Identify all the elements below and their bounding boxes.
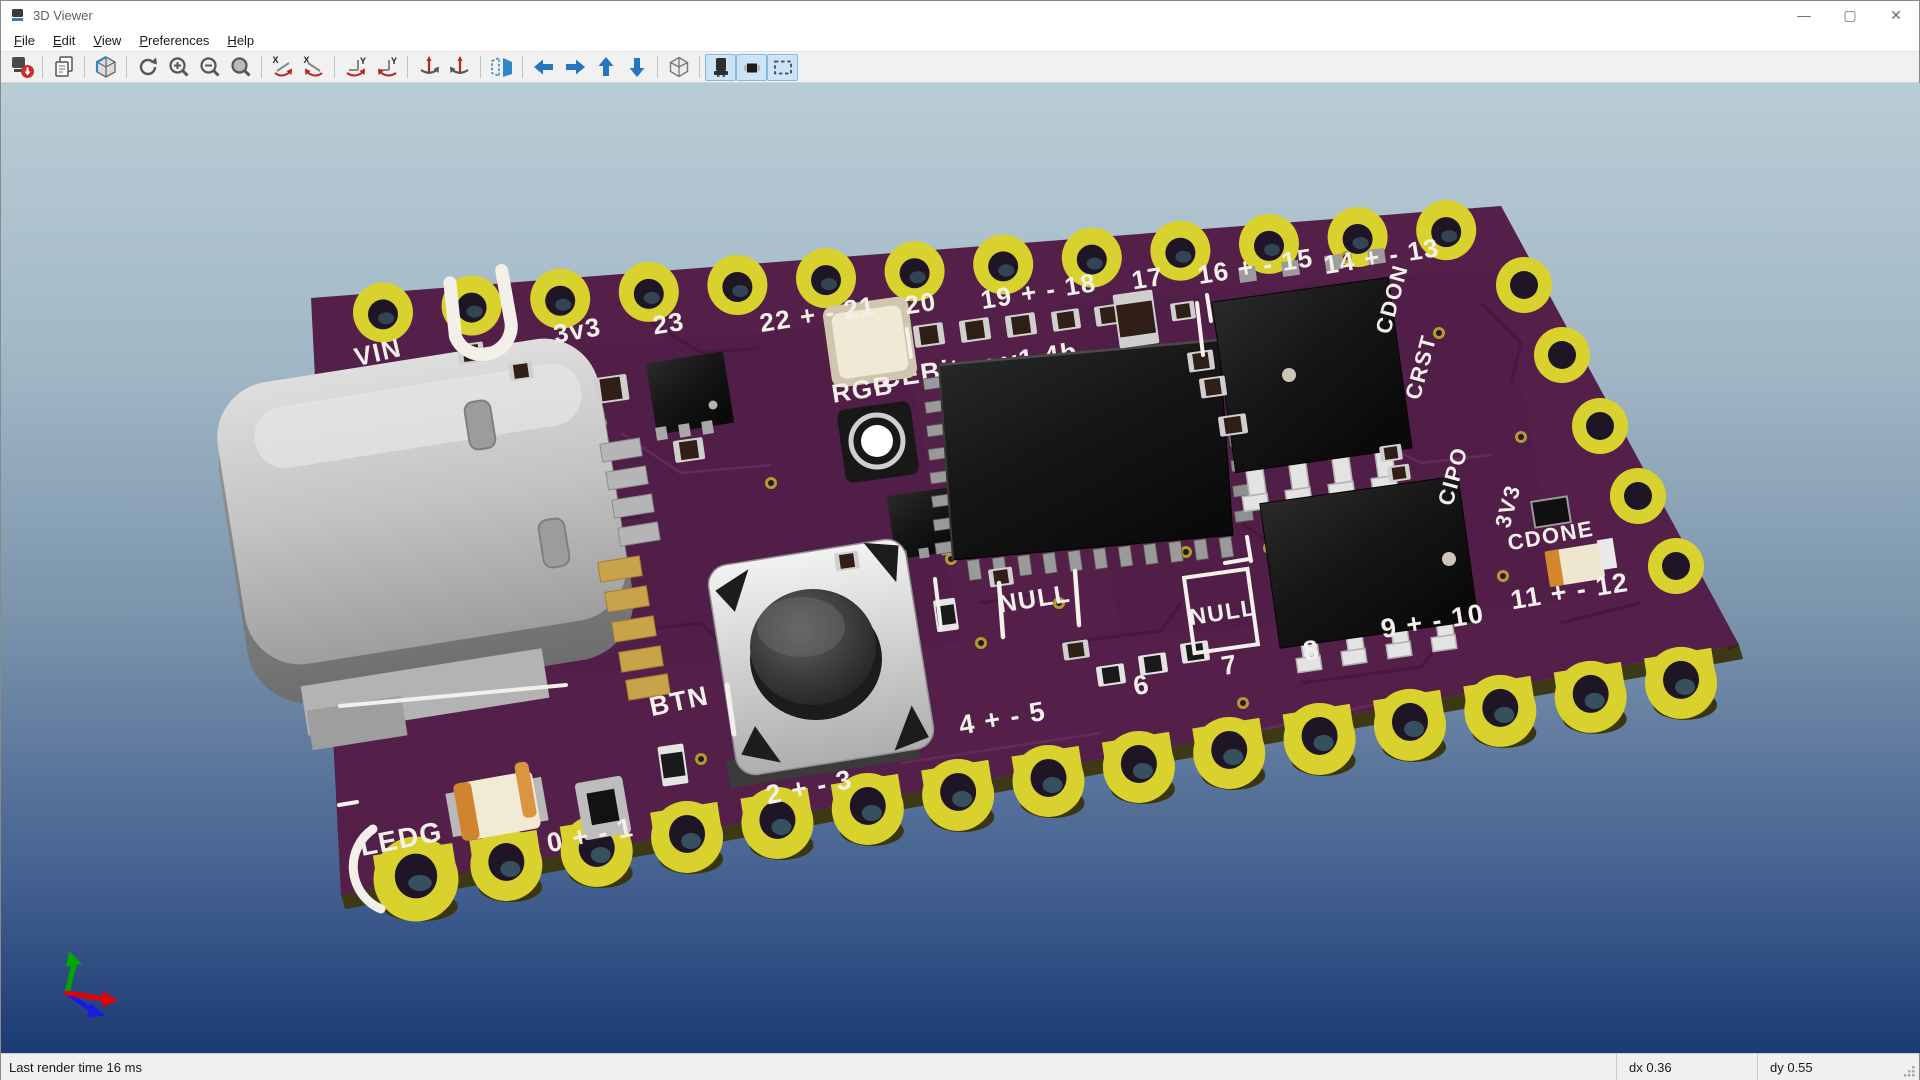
rotate-z-ccw-button[interactable] xyxy=(413,54,444,81)
render-options-button[interactable] xyxy=(90,54,121,81)
redraw-button[interactable] xyxy=(132,54,163,81)
toolbar: X X Y Y xyxy=(1,51,1919,83)
status-bar: Last render time 16 ms dx 0.36 dy 0.55 xyxy=(1,1053,1919,1080)
toolbar-separator xyxy=(407,56,408,78)
3d-viewer-window: 3D Viewer — ▢ ✕ File Edit View Preferences H… xyxy=(0,0,1920,1080)
tactile-button xyxy=(707,538,935,788)
silkscreen-label: 23 xyxy=(650,306,686,341)
rotate-x-ccw-button[interactable]: X xyxy=(267,54,298,81)
dx-status: dx 0.36 xyxy=(1616,1054,1757,1080)
orthographic-projection-icon xyxy=(669,56,688,78)
menu-item-help[interactable]: Help xyxy=(218,31,263,50)
rotate-y-cw-button[interactable]: Y xyxy=(371,54,402,81)
silkscreen-label: 17 xyxy=(1129,261,1165,296)
move-right-icon xyxy=(565,59,585,75)
rgb-led xyxy=(837,401,919,483)
svg-text:X: X xyxy=(272,55,278,65)
reload-board-icon xyxy=(11,57,34,78)
svg-text:Y: Y xyxy=(391,56,397,66)
rotate-x-ccw-icon: X xyxy=(272,55,292,77)
toolbar-separator xyxy=(42,56,43,78)
flip-board-button[interactable] xyxy=(486,54,517,81)
zoom-in-button[interactable] xyxy=(163,54,194,81)
window-title: 3D Viewer xyxy=(33,7,93,23)
render-options-icon xyxy=(95,56,116,78)
rotate-z-ccw-icon xyxy=(419,56,439,74)
copy-image-icon xyxy=(54,56,73,77)
toolbar-separator xyxy=(699,56,700,78)
move-down-icon xyxy=(629,58,644,77)
zoom-out-icon xyxy=(199,57,220,77)
menu-item-edit[interactable]: Edit xyxy=(44,31,84,50)
title-bar: 3D Viewer — ▢ ✕ xyxy=(1,1,1919,29)
rotate-y-cw-icon: Y xyxy=(377,56,397,77)
rotate-z-cw-icon xyxy=(449,56,469,74)
minimize-button[interactable]: — xyxy=(1781,1,1827,29)
toolbar-separator xyxy=(261,56,262,78)
pcb-3d-render: iCEBitsy v1.4b xyxy=(1,83,1920,1053)
toggle-smd-models-button[interactable] xyxy=(736,53,767,81)
move-up-button[interactable] xyxy=(590,54,621,81)
redraw-icon xyxy=(139,57,157,76)
smd-component-icon xyxy=(743,63,760,73)
reload-board-button[interactable] xyxy=(6,54,37,81)
through-hole-component-icon xyxy=(713,58,728,77)
toolbar-separator xyxy=(334,56,335,78)
copy-image-button[interactable] xyxy=(48,54,79,81)
menu-item-preferences[interactable]: Preferences xyxy=(130,31,218,50)
move-down-button[interactable] xyxy=(621,54,652,81)
toggle-through-hole-models-button[interactable] xyxy=(705,53,736,81)
close-button[interactable]: ✕ xyxy=(1873,1,1919,29)
app-icon xyxy=(12,9,23,21)
maximize-button[interactable]: ▢ xyxy=(1827,1,1873,29)
rotate-z-cw-button[interactable] xyxy=(444,54,475,81)
render-time-status: Last render time 16 ms xyxy=(9,1060,142,1075)
3d-viewport[interactable]: iCEBitsy v1.4b xyxy=(1,83,1920,1053)
rotate-y-ccw-button[interactable]: Y xyxy=(340,54,371,81)
move-left-button[interactable] xyxy=(528,54,559,81)
toolbar-separator xyxy=(84,56,85,78)
fpga-chip xyxy=(922,338,1255,582)
zoom-to-fit-icon xyxy=(230,57,251,77)
menu-item-file[interactable]: File xyxy=(5,31,44,50)
flip-board-icon xyxy=(490,56,512,78)
toolbar-separator xyxy=(126,56,127,78)
svg-text:Y: Y xyxy=(360,56,366,66)
rotate-y-ccw-icon: Y xyxy=(345,56,366,77)
toolbar-separator xyxy=(480,56,481,78)
toggle-virtual-models-button[interactable] xyxy=(767,53,798,81)
menu-bar: File Edit View Preferences Help xyxy=(1,29,1919,51)
rotate-x-cw-button[interactable]: X xyxy=(298,54,329,81)
move-up-icon xyxy=(598,57,613,76)
toolbar-separator xyxy=(522,56,523,78)
move-left-icon xyxy=(533,59,553,75)
resize-grip[interactable] xyxy=(1902,1064,1916,1078)
zoom-to-fit-button[interactable] xyxy=(225,54,256,81)
dy-status: dy 0.55 xyxy=(1757,1054,1919,1080)
zoom-in-icon xyxy=(168,57,189,77)
virtual-component-icon xyxy=(773,60,792,75)
silkscreen-label: 20 xyxy=(902,286,938,321)
orthographic-projection-button[interactable] xyxy=(663,54,694,81)
rotate-x-cw-icon: X xyxy=(303,55,323,77)
toolbar-separator xyxy=(657,56,658,78)
zoom-out-button[interactable] xyxy=(194,54,225,81)
menu-item-view[interactable]: View xyxy=(84,31,130,50)
move-right-button[interactable] xyxy=(559,54,590,81)
